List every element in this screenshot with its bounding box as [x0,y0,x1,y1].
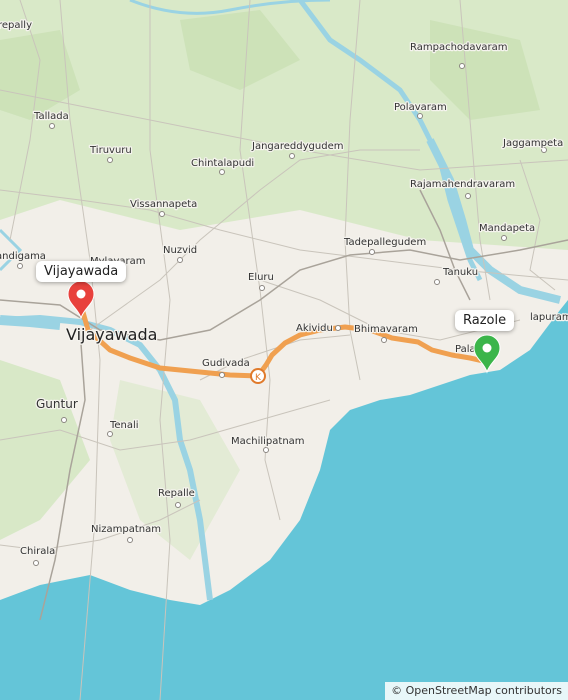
map-layer: K Rampachodavaram repally Tallada Polava… [0,0,568,700]
place-jangareddygudem: Jangareddygudem [251,141,343,152]
place-tenali: Tenali [109,420,139,431]
place-tiruvuru: Tiruvuru [89,145,132,156]
place-rampachodavaram: Rampachodavaram [410,42,508,53]
place-rajamahendravaram: Rajamahendravaram [410,179,515,190]
place-vissannapeta: Vissannapeta [130,199,197,210]
end-marker-label: Razole [455,310,515,331]
map-attribution[interactable]: © OpenStreetMap contributors [385,682,568,700]
place-nizampatnam: Nizampatnam [91,524,161,535]
place-vijayawada: Vijayawada [66,325,157,344]
place-palakollu: Pala [455,344,476,355]
map-canvas[interactable]: K Rampachodavaram repally Tallada Polava… [0,0,568,700]
place-machilipatnam: Machilipatnam [231,436,305,447]
place-gudivada: Gudivada [202,358,250,369]
place-chintalapudi: Chintalapudi [191,158,254,169]
start-marker-label: Vijayawada [36,261,127,282]
place-tadepallegudem: Tadepallegudem [343,237,426,248]
place-tallada: Tallada [33,111,69,122]
place-polavaram: Polavaram [394,102,447,113]
place-nuzvid: Nuzvid [163,245,197,256]
place-bhimavaram: Bhimavaram [354,324,418,335]
place-eluru: Eluru [248,272,274,283]
place-mandapeta: Mandapeta [479,223,535,234]
place-repalle: Repalle [158,488,195,499]
toll-waypoint-icon: K [250,368,266,384]
place-tanuku: Tanuku [442,267,478,278]
place-chirala: Chirala [20,546,55,557]
place-guntur: Guntur [36,397,78,411]
place-repally: repally [0,20,32,31]
place-akividu: Akividu [296,323,333,334]
place-jaggampeta: Jaggampeta [502,138,563,149]
place-amalapuram: lapuram [530,312,568,323]
